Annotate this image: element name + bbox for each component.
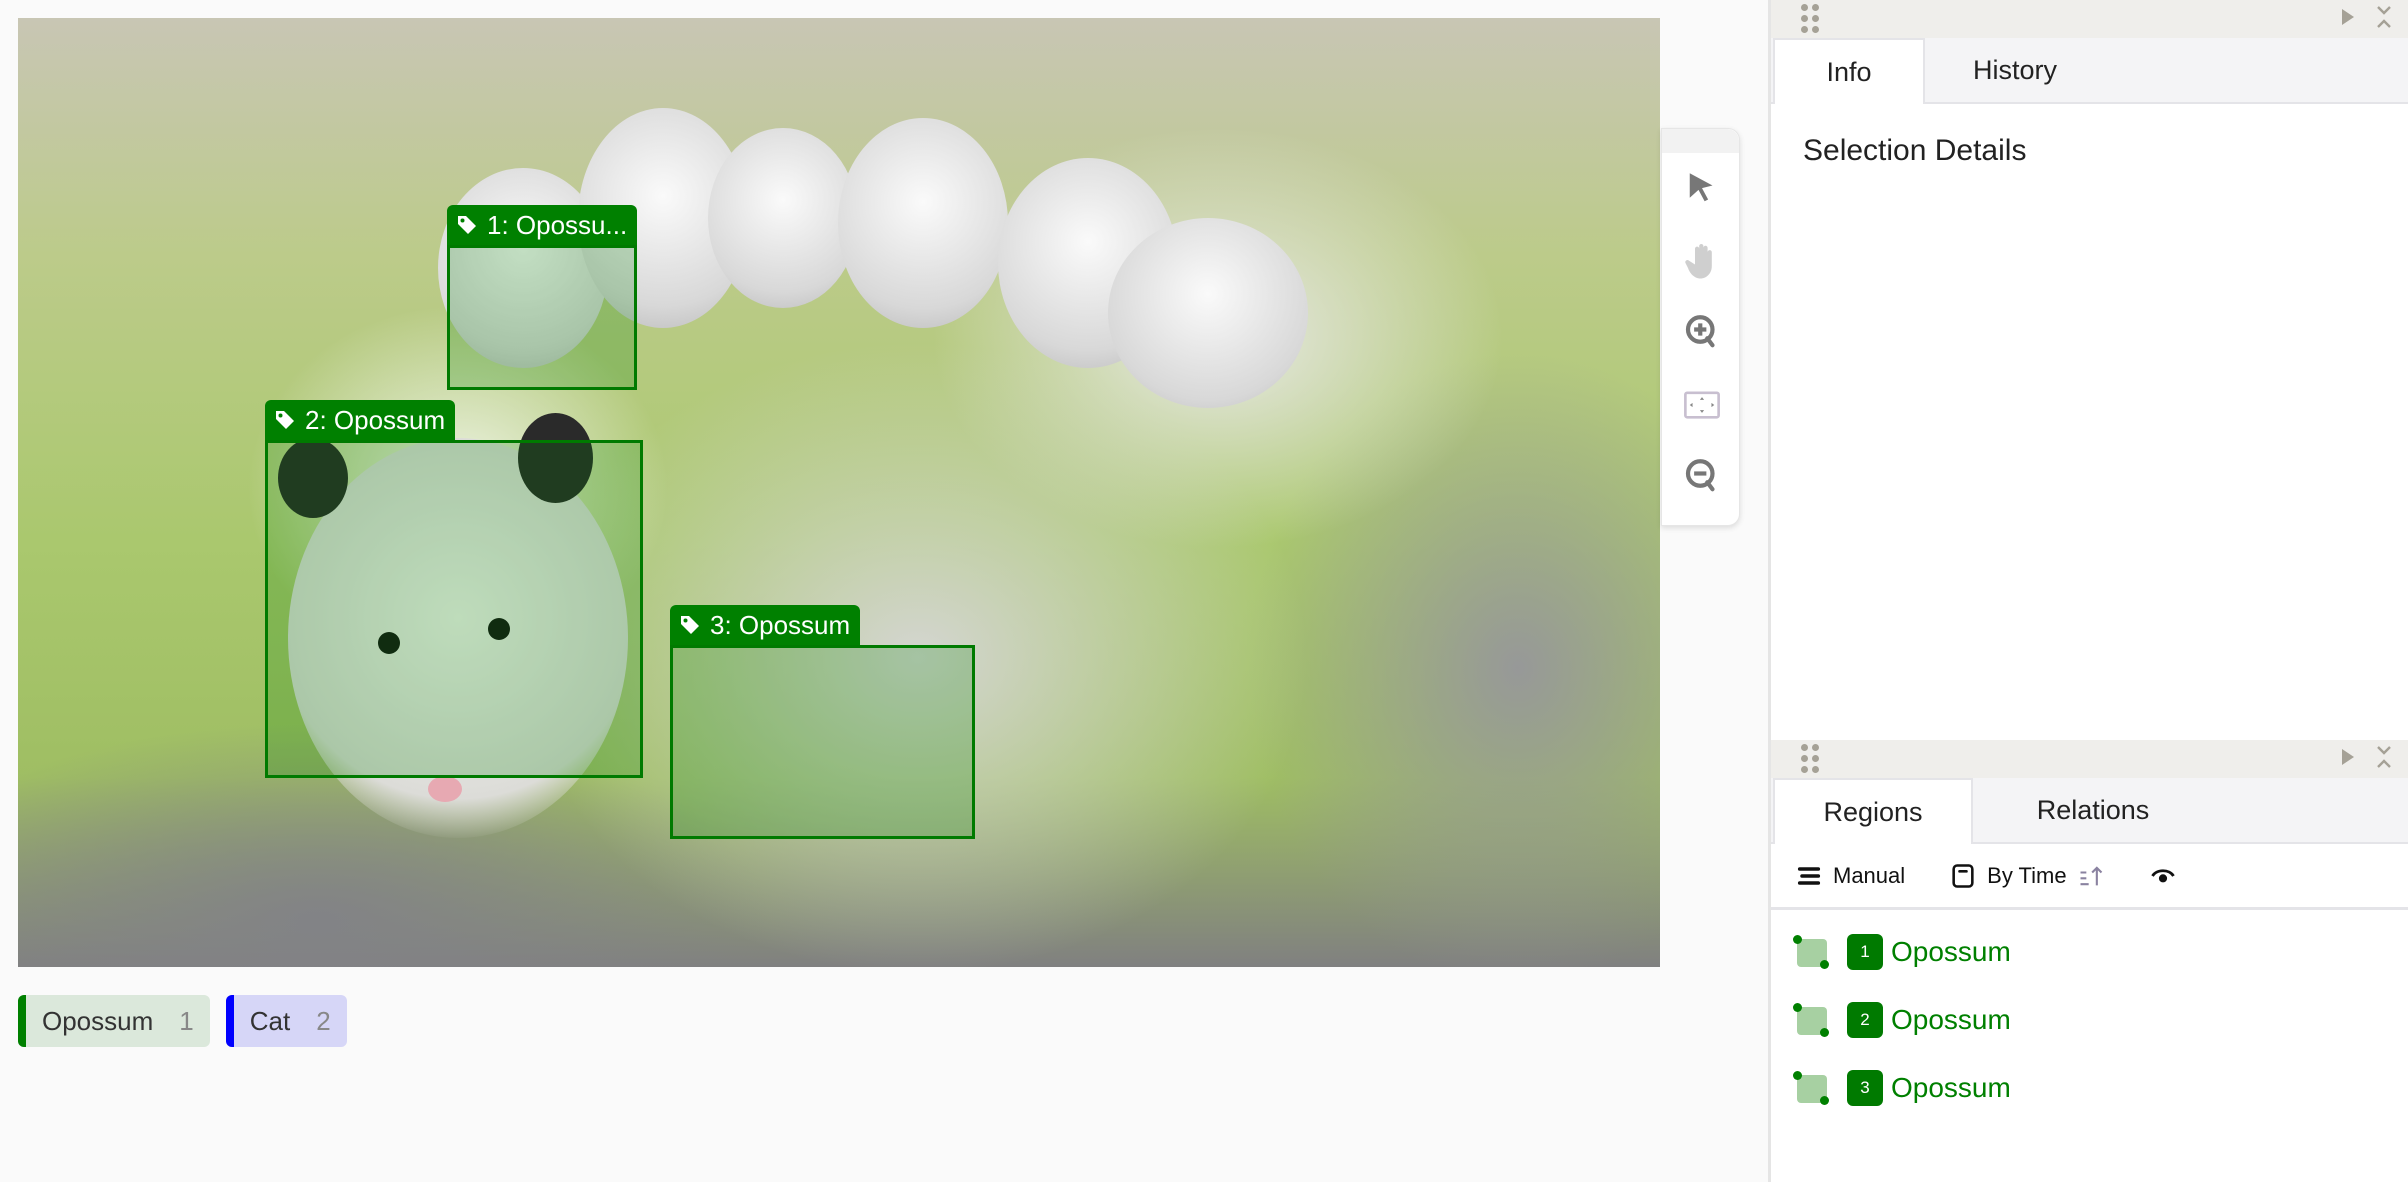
region-tag[interactable]: 3: Opossum <box>670 605 861 645</box>
zoom-in-icon <box>1685 315 1715 348</box>
zoom-in-button[interactable] <box>1662 297 1741 369</box>
tag-icon <box>458 216 476 234</box>
region-box-2[interactable] <box>265 440 643 778</box>
region-tag-text: 3: Opossum <box>710 609 851 640</box>
zoom-out-icon <box>1685 459 1715 492</box>
info-tabs: Info History <box>1771 38 2408 104</box>
toolbar-drag-handle[interactable] <box>1662 129 1739 153</box>
sort-label: By Time <box>1987 862 2067 888</box>
list-icon <box>1797 866 1821 885</box>
label-hotkey: 1 <box>179 1005 194 1036</box>
photo-opossum-baby <box>838 118 1008 328</box>
region-box-1[interactable] <box>447 245 637 390</box>
grouping-button[interactable]: Manual <box>1795 862 1905 890</box>
collapse-icon[interactable] <box>2374 4 2394 30</box>
label-chip-opossum[interactable]: Opossum 1 <box>18 995 210 1047</box>
tag-icon <box>681 616 699 634</box>
canvas-toolbar <box>1661 128 1740 526</box>
selection-details-title: Selection Details <box>1803 134 2027 167</box>
region-label: Opossum <box>1891 936 2011 967</box>
label-name: Opossum <box>42 1005 154 1036</box>
eye-icon <box>2150 868 2175 882</box>
drag-handle-icon[interactable] <box>1801 744 1819 773</box>
region-label: Opossum <box>1891 1072 2011 1103</box>
rectangle-region-icon <box>1793 1071 1829 1105</box>
rectangle-region-icon <box>1793 935 1829 969</box>
expand-icon[interactable] <box>2338 744 2358 770</box>
label-chip-cat[interactable]: Cat 2 <box>225 995 347 1047</box>
regions-panel: Regions Relations Manual By Time 1 Oposs… <box>1771 740 2408 1182</box>
region-tag-text: 2: Opossum <box>305 404 446 435</box>
region-box-3[interactable] <box>670 645 975 839</box>
fit-icon <box>1683 391 1720 419</box>
region-list-item[interactable]: 3 Opossum <box>1771 1054 2408 1122</box>
label-color-bar <box>18 995 26 1047</box>
hand-icon <box>1684 244 1712 279</box>
panel-header[interactable] <box>1771 0 2408 38</box>
region-list-item[interactable]: 2 Opossum <box>1771 986 2408 1054</box>
region-tag-text: 1: Opossu... <box>487 209 628 240</box>
region-index-badge: 1 <box>1847 934 1883 970</box>
annotated-image[interactable]: 1: Opossu... 2: Opossum 3: Opossum <box>18 18 1660 967</box>
region-tag[interactable]: 1: Opossu... <box>447 205 638 245</box>
regions-toolbar: Manual By Time <box>1771 844 2408 910</box>
panel-header[interactable] <box>1771 740 2408 778</box>
photo-opossum-baby <box>708 128 858 308</box>
tab-history[interactable]: History <box>1925 38 2105 102</box>
region-list-item[interactable]: 1 Opossum <box>1771 918 2408 986</box>
region-label: Opossum <box>1891 1004 2011 1035</box>
sort-ascending-icon[interactable] <box>2077 862 2105 890</box>
regions-tabs: Regions Relations <box>1771 778 2408 844</box>
photo-nose <box>428 776 462 802</box>
collapse-icon[interactable] <box>2374 744 2394 770</box>
regions-list: 1 Opossum 2 Opossum 3 Opossum <box>1771 910 2408 1122</box>
label-bar: Opossum 1 Cat 2 <box>18 995 347 1047</box>
side-panel: Info History Selection Details Regions R… <box>1768 0 2408 1182</box>
tab-regions[interactable]: Regions <box>1773 778 1973 844</box>
cursor-icon <box>1689 173 1712 202</box>
tab-relations[interactable]: Relations <box>1973 778 2213 842</box>
expand-icon[interactable] <box>2338 4 2358 30</box>
zoom-to-fit-button[interactable] <box>1662 369 1741 441</box>
label-name: Cat <box>249 1005 291 1036</box>
select-tool-button[interactable] <box>1662 153 1741 225</box>
label-color-bar <box>225 995 234 1047</box>
zoom-out-button[interactable] <box>1662 441 1741 513</box>
drag-handle-icon[interactable] <box>1801 4 1819 33</box>
annotation-workspace: 1: Opossu... 2: Opossum 3: Opossum Oposs… <box>0 0 1768 1182</box>
label-hotkey: 2 <box>316 1005 331 1036</box>
grouping-label: Manual <box>1833 862 1906 888</box>
region-index-badge: 2 <box>1847 1002 1883 1038</box>
clock-box-icon <box>1952 863 1974 888</box>
photo-opossum-baby <box>1108 218 1308 408</box>
region-index-badge: 3 <box>1847 1070 1883 1106</box>
visibility-toggle[interactable] <box>2149 862 2177 890</box>
tag-icon <box>276 411 294 429</box>
pan-tool-button[interactable] <box>1662 225 1741 297</box>
tab-info[interactable]: Info <box>1773 38 1925 104</box>
info-panel: Info History Selection Details <box>1771 0 2408 736</box>
region-tag[interactable]: 2: Opossum <box>265 400 456 440</box>
rectangle-region-icon <box>1793 1003 1829 1037</box>
sort-button[interactable]: By Time <box>1949 862 2104 890</box>
